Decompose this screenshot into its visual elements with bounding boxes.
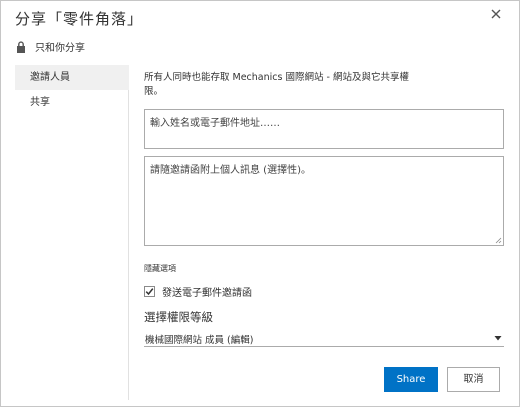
send-email-label: 發送電子郵件邀請函	[162, 288, 252, 299]
send-email-option: 發送電子郵件邀請函	[144, 284, 252, 299]
sidebar-item-invite[interactable]: 邀請人員	[15, 65, 129, 90]
share-mode-label: 只和你分享	[35, 43, 85, 54]
checkmark-icon	[145, 288, 154, 296]
access-description: 所有人同時也能存取 Mechanics 國際網站 - 網站及與它共享權限。	[144, 72, 409, 97]
send-email-checkbox[interactable]	[144, 286, 155, 297]
message-input[interactable]: 請隨邀請函附上個人訊息 (選擇性)。	[144, 156, 504, 246]
message-placeholder: 請隨邀請函附上個人訊息 (選擇性)。	[150, 165, 311, 176]
cancel-button[interactable]: 取消	[447, 367, 500, 392]
dropdown-arrow-icon	[494, 336, 502, 341]
share-mode-indicator: 只和你分享	[16, 39, 85, 54]
names-placeholder: 輸入姓名或電子郵件地址……	[150, 118, 280, 129]
permission-level-title: 選擇權限等級	[144, 310, 213, 324]
permission-level-value: 機械國際網站 成員 (編輯)	[145, 335, 254, 346]
share-dialog: 分享「零件角落」 只和你分享 邀請人員 共享 所有人同時也能存取 Mechani…	[0, 0, 520, 407]
hide-options-link[interactable]: 隱藏選項	[144, 263, 176, 274]
dialog-title: 分享「零件角落」	[15, 10, 144, 28]
permission-level-select[interactable]: 機械國際網站 成員 (編輯)	[144, 331, 504, 347]
names-input[interactable]: 輸入姓名或電子郵件地址……	[144, 109, 504, 149]
main-panel: 所有人同時也能存取 Mechanics 國際網站 - 網站及與它共享權限。 輸入…	[144, 1, 509, 407]
share-button[interactable]: Share	[384, 367, 438, 392]
resize-handle-icon[interactable]	[494, 236, 502, 244]
sidebar: 邀請人員 共享	[15, 65, 129, 400]
sidebar-item-shared[interactable]: 共享	[15, 90, 129, 115]
lock-icon	[17, 40, 25, 53]
